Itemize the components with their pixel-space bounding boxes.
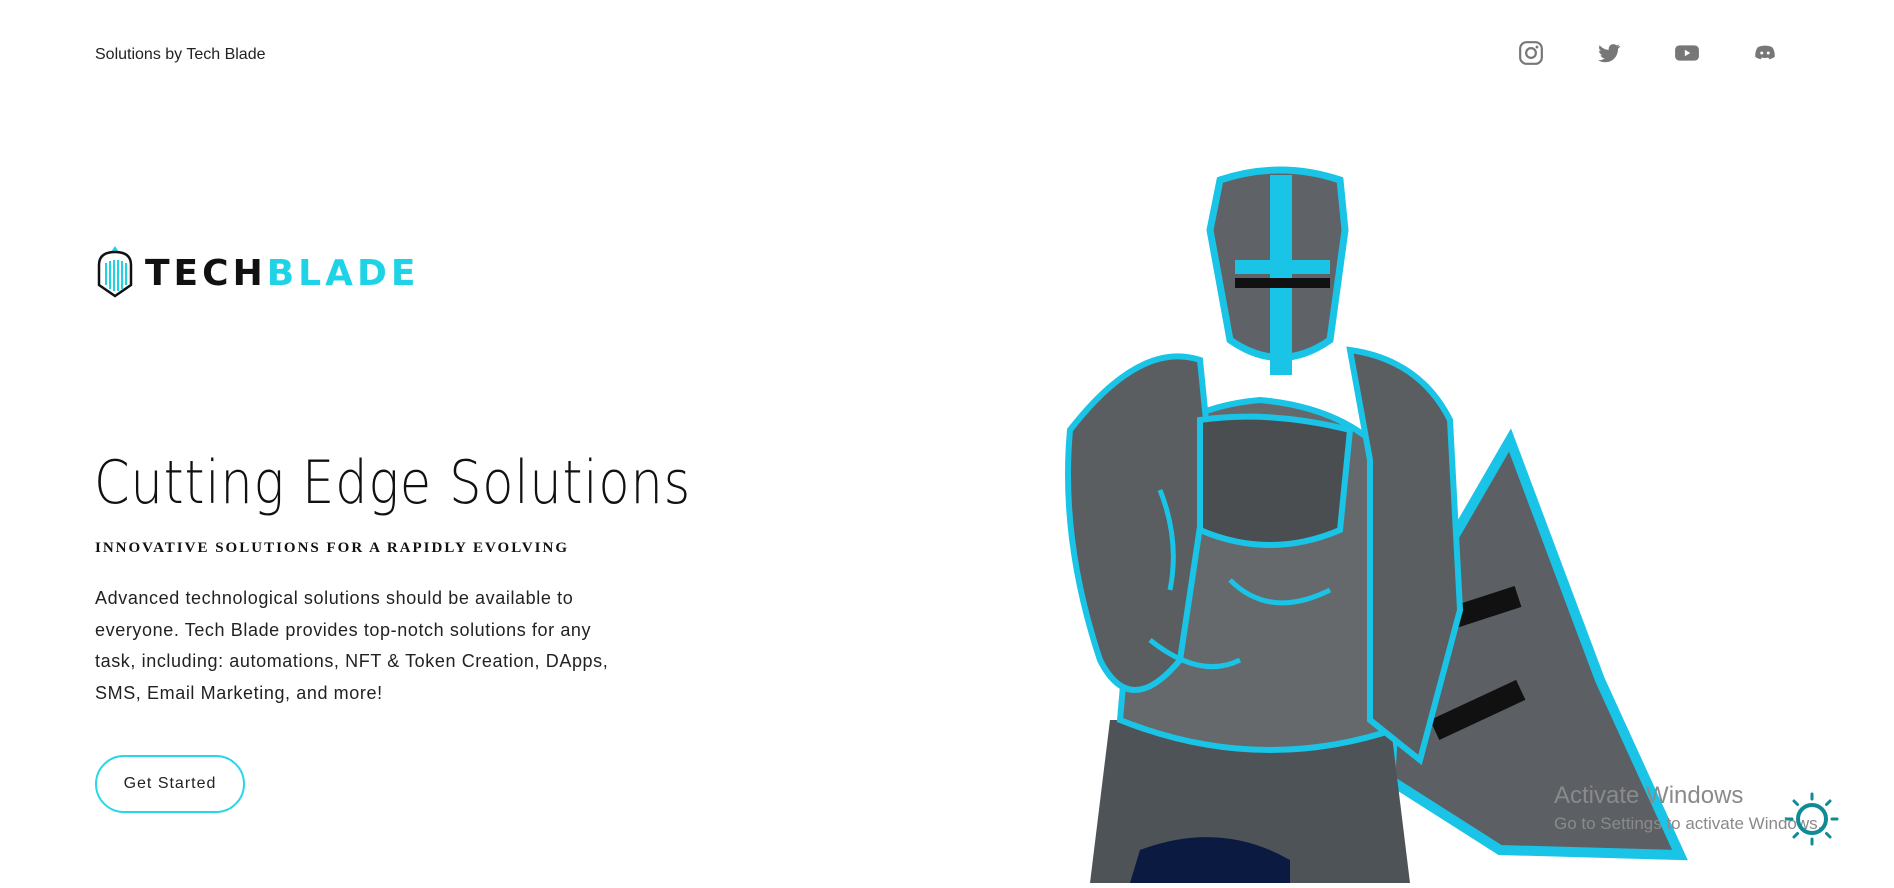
logo-word-blade: BLADE	[266, 253, 420, 294]
twitter-icon[interactable]	[1596, 40, 1622, 66]
knight-illustration	[990, 160, 1690, 883]
activation-line-1: Activate Windows	[1554, 782, 1744, 809]
hero-title: Cutting Edge Solutions	[94, 448, 692, 518]
activation-line-2: Go to Settings to activate Windows.	[1554, 814, 1823, 833]
helmet-logo-icon	[95, 243, 135, 304]
youtube-icon[interactable]	[1674, 40, 1700, 66]
get-started-button[interactable]: Get Started	[95, 755, 245, 813]
site-title[interactable]: Solutions by Tech Blade	[95, 46, 265, 64]
discord-icon[interactable]	[1752, 40, 1778, 66]
techblade-logo[interactable]: TECHBLADE	[95, 243, 419, 304]
windows-activation-watermark: Activate Windows Go to Settings to activ…	[1554, 782, 1822, 834]
hero-description: Advanced technological solutions should …	[95, 588, 609, 703]
hero-subtitle: INNOVATIVE SOLUTIONS FOR A RAPIDLY EVOLV…	[95, 540, 569, 556]
logo-word-tech: TECH	[145, 253, 267, 294]
social-links	[1518, 40, 1830, 66]
logo-wordmark: TECHBLADE	[145, 253, 419, 294]
instagram-icon[interactable]	[1518, 40, 1544, 66]
sun-widget-icon[interactable]	[1785, 792, 1839, 846]
